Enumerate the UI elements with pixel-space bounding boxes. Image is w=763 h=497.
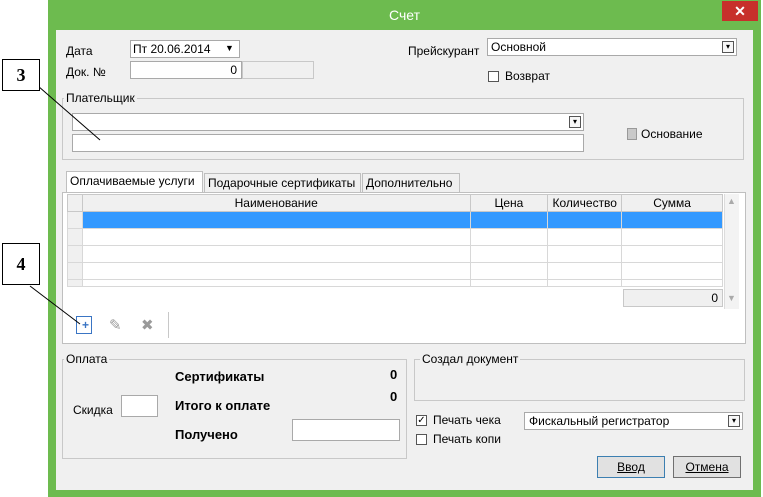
callout-3-leader xyxy=(37,85,101,141)
callout-4-leader xyxy=(29,285,81,325)
callout-4: 4 xyxy=(2,243,40,285)
callout-3: 3 xyxy=(2,59,40,91)
callout-leaders xyxy=(29,85,101,325)
